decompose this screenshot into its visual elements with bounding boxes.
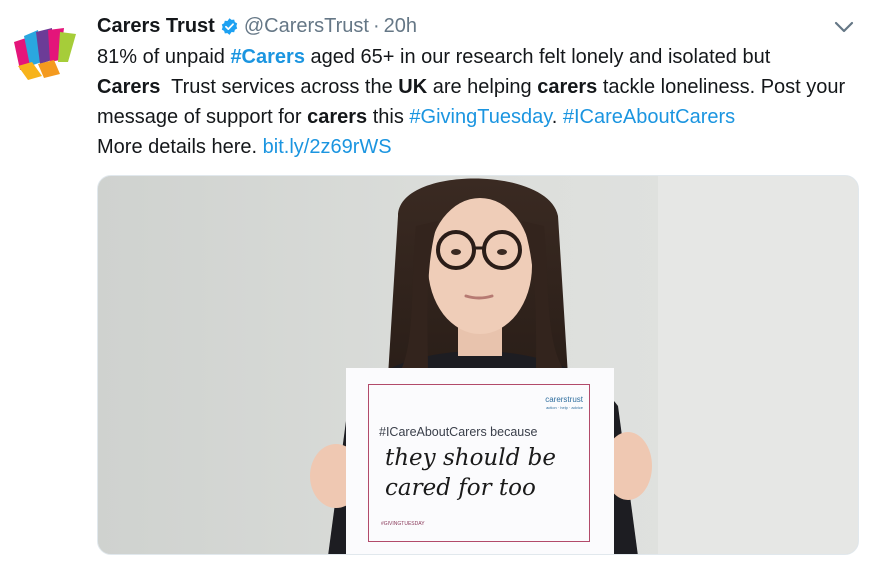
sign-handwriting-line-1: they should be xyxy=(385,445,556,471)
tweet-line-2: Carers Trust services across the UK are … xyxy=(97,72,867,102)
bold-text: UK xyxy=(398,76,428,98)
sign-logo-sub: action · help · advice xyxy=(546,405,583,410)
tweet-line-1: 81% of unpaid #Carers aged 65+ in our re… xyxy=(97,42,867,72)
hashtag-icareaboutcarers[interactable]: #ICareAboutCarers xyxy=(563,106,735,128)
verified-badge-icon xyxy=(220,17,239,36)
carers-trust-logo xyxy=(14,28,76,80)
tweet-media-photo[interactable]: carerstrust action · help · advice #ICar… xyxy=(97,175,859,555)
text-span: aged 65+ in our research felt lonely and… xyxy=(304,46,771,68)
tweet-timestamp[interactable]: 20h xyxy=(384,15,417,38)
avatar[interactable] xyxy=(8,22,82,82)
tweet-line-3: message of support for carers this #Givi… xyxy=(97,102,867,132)
text-span: this xyxy=(367,106,410,128)
bold-text: carers xyxy=(537,76,598,98)
text-span: More details here. xyxy=(97,136,263,158)
tweet-header: Carers Trust @CarersTrust · 20h xyxy=(97,12,417,40)
text-span: Trust services across the xyxy=(160,76,399,98)
bold-text: Carers xyxy=(97,76,161,98)
hashtag-givingtuesday[interactable]: #GivingTuesday xyxy=(409,106,551,128)
sign-footer: #GIVINGTUESDAY xyxy=(381,521,425,527)
sign-hashtag: #ICareAboutCarers because xyxy=(379,425,538,439)
bold-text: carers xyxy=(307,106,368,128)
tweet-text: 81% of unpaid #Carers aged 65+ in our re… xyxy=(97,42,867,162)
tweet-link[interactable]: bit.ly/2z69rWS xyxy=(263,136,392,158)
separator-dot: · xyxy=(372,14,380,37)
sign-logo: carerstrust xyxy=(545,395,583,404)
tweet-line-4: More details here. bit.ly/2z69rWS xyxy=(97,132,867,162)
author-name[interactable]: Carers Trust xyxy=(97,15,215,38)
sign-frame: carerstrust action · help · advice #ICar… xyxy=(368,384,590,542)
text-span: 81% of unpaid xyxy=(97,46,231,68)
sign-handwriting-line-2: cared for too xyxy=(385,475,536,501)
text-span: . xyxy=(551,106,563,128)
protest-sign: carerstrust action · help · advice #ICar… xyxy=(346,368,614,554)
text-span: message of support for xyxy=(97,106,308,128)
text-span: tackle loneliness. Post your xyxy=(597,76,846,98)
author-handle[interactable]: @CarersTrust xyxy=(244,15,369,38)
text-span: are helping xyxy=(427,76,538,98)
hashtag-carers[interactable]: #Carers xyxy=(230,46,305,68)
chevron-down-icon[interactable] xyxy=(831,16,857,38)
